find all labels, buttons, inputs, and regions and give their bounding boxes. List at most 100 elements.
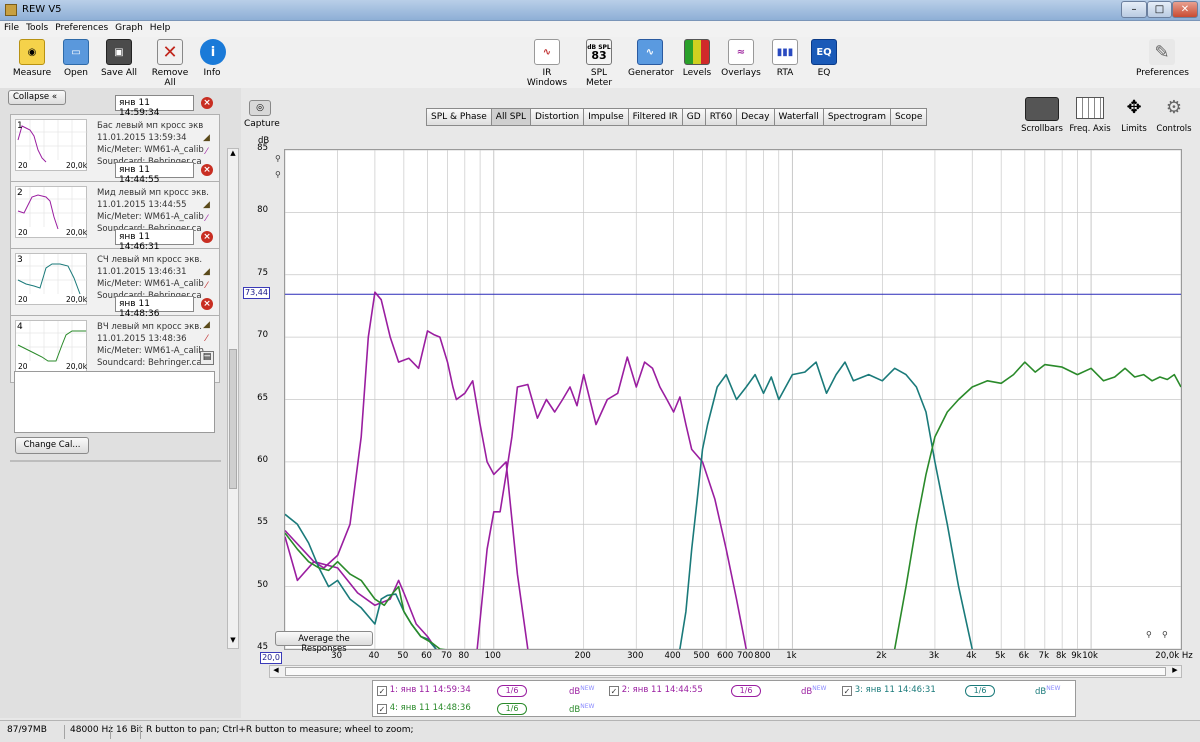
legend-item-4[interactable]: ✓ 4: янв 11 14:48:36 [377, 703, 471, 714]
menu-help[interactable]: Help [146, 21, 174, 33]
rta-icon: ▮▮▮ [772, 39, 798, 65]
ir-windows-button[interactable]: ∿ IR Windows [522, 39, 572, 88]
smoothing-badge-2[interactable]: 1/6 [731, 685, 761, 697]
notes-area[interactable] [14, 371, 215, 433]
limits-button[interactable]: ✥ Limits [1116, 97, 1152, 134]
controls-button[interactable]: ⚙ Controls [1154, 97, 1194, 134]
tab-gd[interactable]: GD [682, 108, 706, 126]
legend-checkbox-2[interactable]: ✓ [609, 686, 619, 696]
levels-button[interactable]: Levels [680, 39, 714, 78]
pen-icon[interactable]: ⁄ [201, 214, 212, 225]
overlays-button[interactable]: ≈ Overlays [720, 39, 762, 78]
rta-button[interactable]: ▮▮▮ RTA [772, 39, 798, 78]
soundcard-icon[interactable]: ▤ [200, 351, 214, 365]
smoothing-badge-3[interactable]: 1/6 [965, 685, 995, 697]
remove-measurement-2-icon[interactable]: × [201, 164, 213, 176]
pen-icon[interactable]: ⁄ [201, 147, 212, 158]
y-tick-label: 55 [257, 517, 268, 528]
horizontal-scroll-thumb[interactable] [285, 667, 1166, 676]
wrench-icon: ✎ [1149, 39, 1175, 65]
collapse-button[interactable]: Collapse « [8, 90, 66, 105]
smoothing-badge-4[interactable]: 1/6 [497, 703, 527, 715]
x-tick-label: 10k [1082, 651, 1098, 661]
scroll-down-icon[interactable]: ▼ [228, 636, 238, 648]
legend-db-4[interactable]: dBNEW [569, 703, 594, 715]
menu-file[interactable]: File [0, 21, 22, 33]
zoom-in-icon[interactable]: ⚲ [275, 154, 281, 163]
zoom-out-icon[interactable]: ⚲ [275, 170, 281, 179]
tab-all-spl[interactable]: All SPL [491, 108, 531, 126]
minimize-button[interactable]: – [1121, 1, 1147, 18]
spl-graph[interactable] [284, 149, 1182, 738]
smoothing-badge-1[interactable]: 1/6 [497, 685, 527, 697]
legend-db-2[interactable]: dBNEW [801, 685, 826, 697]
horizontal-scrollbar[interactable]: ◀ ▶ [269, 665, 1182, 678]
calibration-icon[interactable]: ◢ [201, 267, 212, 278]
grid [284, 149, 1182, 650]
capture-button[interactable]: ◎ Capture [244, 100, 280, 129]
generator-icon: ∿ [637, 39, 663, 65]
info-button[interactable]: i Info [200, 39, 226, 78]
zoom-x-out-icon[interactable]: ⚲ [1162, 630, 1168, 639]
menu-graph[interactable]: Graph [111, 21, 146, 33]
legend-item-3[interactable]: ✓ 3: янв 11 14:46:31 [842, 685, 936, 696]
freq-axis-button[interactable]: Freq. Axis [1068, 97, 1112, 134]
remove-all-button[interactable]: ✕ Remove All [146, 39, 194, 88]
zoom-x-in-icon[interactable]: ⚲ [1146, 630, 1152, 639]
legend-item-2[interactable]: ✓ 2: янв 11 14:44:55 [609, 685, 703, 696]
calibration-icon[interactable]: ◢ [201, 320, 212, 331]
eq-button[interactable]: EQ EQ [810, 39, 838, 78]
tab-waterfall[interactable]: Waterfall [774, 108, 824, 126]
tab-spectrogram[interactable]: Spectrogram [823, 108, 891, 126]
tab-decay[interactable]: Decay [737, 108, 775, 126]
remove-measurement-1-icon[interactable]: × [201, 97, 213, 109]
remove-measurement-4-icon[interactable]: × [201, 298, 213, 310]
menu-tools[interactable]: Tools [22, 21, 51, 33]
scrollbars-button[interactable]: Scrollbars [1020, 97, 1064, 134]
x-tick-label: 6k [1018, 651, 1029, 661]
panel-scrollbar[interactable]: ▲ ▼ [227, 148, 239, 649]
legend-checkbox-1[interactable]: ✓ [377, 686, 387, 696]
measure-button[interactable]: ◉ Measure [10, 39, 54, 78]
save-all-button[interactable]: ▣ Save All [99, 39, 139, 78]
spl-meter-button[interactable]: dB SPL 83 SPL Meter [578, 39, 620, 88]
x-tick-label: 600 [717, 651, 734, 661]
x-start-readout[interactable]: 20,0 [260, 652, 282, 664]
menu-preferences[interactable]: Preferences [51, 21, 111, 33]
scroll-left-icon[interactable]: ◀ [270, 666, 282, 677]
close-button[interactable]: ✕ [1172, 1, 1198, 18]
pen-icon[interactable]: ⁄ [201, 334, 212, 345]
average-responses-button[interactable]: Average the Responses [275, 631, 373, 654]
tab-distortion[interactable]: Distortion [530, 108, 585, 126]
change-cal-button[interactable]: Change Cal... [15, 437, 89, 454]
scroll-right-icon[interactable]: ▶ [1169, 666, 1181, 677]
tab-impulse[interactable]: Impulse [584, 108, 629, 126]
scroll-up-icon[interactable]: ▲ [228, 149, 238, 161]
measurement-name: Бас левый мп кросс экв [97, 121, 204, 131]
tab-scope[interactable]: Scope [890, 108, 928, 126]
overlays-icon: ≈ [728, 39, 754, 65]
legend-checkbox-3[interactable]: ✓ [842, 686, 852, 696]
measurement-mic: Mic/Meter: WM61-A_calib [97, 346, 204, 356]
open-button[interactable]: ▭ Open [58, 39, 94, 78]
measurement-name: Мид левый мп кросс экв. [97, 188, 209, 198]
pen-icon[interactable]: ⁄ [201, 281, 212, 292]
legend-checkbox-4[interactable]: ✓ [377, 704, 387, 714]
legend-db-3[interactable]: dBNEW [1035, 685, 1060, 697]
remove-measurement-3-icon[interactable]: × [201, 231, 213, 243]
maximize-button[interactable]: □ [1147, 1, 1172, 18]
calibration-icon[interactable]: ◢ [201, 133, 212, 144]
preferences-button[interactable]: ✎ Preferences [1136, 39, 1189, 78]
x-tick-label: 50 [397, 651, 409, 661]
spl-plot-canvas[interactable] [284, 149, 1182, 738]
title-bar: REW V5 – □ ✕ [0, 0, 1200, 21]
scroll-thumb[interactable] [229, 349, 237, 489]
tab-rt60[interactable]: RT60 [705, 108, 738, 126]
generator-button[interactable]: ∿ Generator [628, 39, 674, 78]
tab-filtered-ir[interactable]: Filtered IR [628, 108, 683, 126]
calibration-icon[interactable]: ◢ [201, 200, 212, 211]
cursor-level-readout[interactable]: 73,44 [243, 287, 270, 300]
legend-db-1[interactable]: dBNEW [569, 685, 594, 697]
tab-spl-phase[interactable]: SPL & Phase [426, 108, 492, 126]
legend-item-1[interactable]: ✓ 1: янв 11 14:59:34 [377, 685, 471, 696]
